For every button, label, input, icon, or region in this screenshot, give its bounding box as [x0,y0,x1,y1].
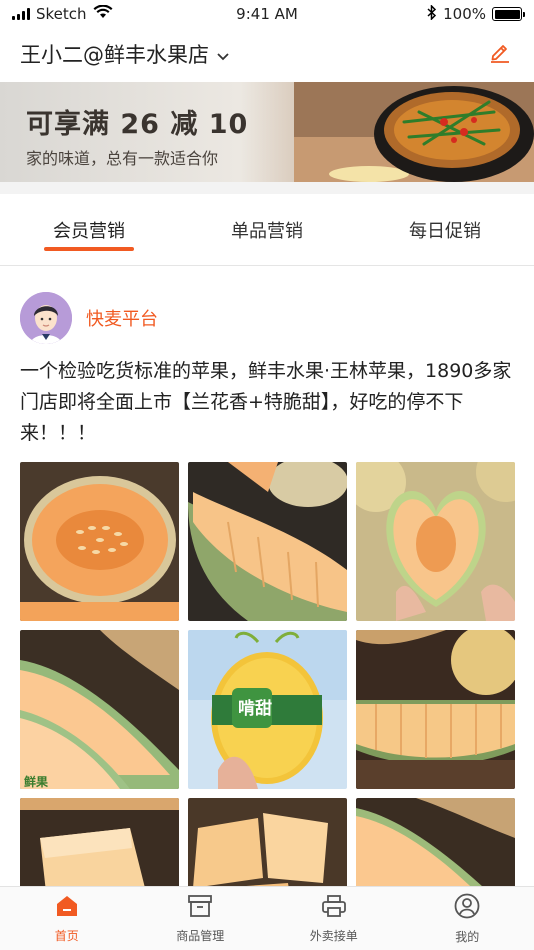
user-icon [454,893,480,922]
nav-home[interactable]: 首页 [0,887,134,950]
marketing-tabs: 会员营销 单品营销 每日促销 [0,194,534,266]
printer-icon [321,894,347,921]
nav-product-management-label: 商品管理 [176,928,225,943]
melon-brand-label: 啃甜 [238,698,272,719]
carrier-label: Sketch [36,5,87,23]
tab-member-marketing[interactable]: 会员营销 [0,194,178,265]
tab-daily-promotion[interactable]: 每日促销 [356,194,534,265]
photo-melon-wedges[interactable]: 鲜果 [20,630,179,789]
signal-icon [12,8,30,20]
app-screen: Sketch 9:41 AM 100% 王小二@鲜丰水果店 可享满 26 减 1… [0,0,534,950]
post-author[interactable]: 快麦平台 [20,292,158,344]
nav-takeout-orders-label: 外卖接单 [309,928,358,943]
edit-button[interactable] [486,40,514,68]
photo-melon-heart[interactable] [356,462,515,621]
tab-single-item-marketing[interactable]: 单品营销 [178,194,356,265]
photo-grid: 鲜果 啃甜 [20,462,516,950]
store-name: 王小二@鲜丰水果店 [20,43,209,67]
photo-melon-row[interactable] [356,630,515,789]
nav-takeout-orders[interactable]: 外卖接单 [267,887,401,950]
home-icon [55,894,79,921]
section-divider [0,182,534,194]
battery-percent: 100% [443,5,486,23]
nav-product-management[interactable]: 商品管理 [134,887,268,950]
wifi-icon [93,4,113,23]
banner-food-image [294,82,534,182]
header: 王小二@鲜丰水果店 [20,34,514,74]
box-icon [187,894,213,921]
banner-title: 可享满 26 减 10 [26,109,249,140]
bottom-nav: 首页 商品管理 外卖接单 我的 [0,886,534,950]
promo-banner[interactable]: 可享满 26 减 10 家的味道，总有一款适合你 [0,82,534,182]
photo-melon-packaged[interactable]: 啃甜 [188,630,347,789]
nav-profile[interactable]: 我的 [401,887,534,950]
chevron-down-icon [217,42,229,66]
author-name: 快麦平台 [86,309,158,330]
battery-icon [492,7,525,21]
status-bar: Sketch 9:41 AM 100% [0,0,534,28]
avatar [20,292,72,344]
bluetooth-icon [427,3,437,24]
edit-pencil-icon [489,41,511,67]
photo-melon-slices[interactable] [188,462,347,621]
nav-profile-label: 我的 [455,929,480,944]
banner-subtitle: 家的味道，总有一款适合你 [26,149,219,168]
svg-text:鲜果: 鲜果 [24,774,48,789]
store-switcher[interactable]: 王小二@鲜丰水果店 [20,39,229,69]
post-text: 一个检验吃货标准的苹果，鲜丰水果·王林苹果，1890多家门店即将全面上市【兰花香… [20,360,512,444]
photo-melon-half[interactable] [20,462,179,621]
nav-home-label: 首页 [54,928,79,943]
